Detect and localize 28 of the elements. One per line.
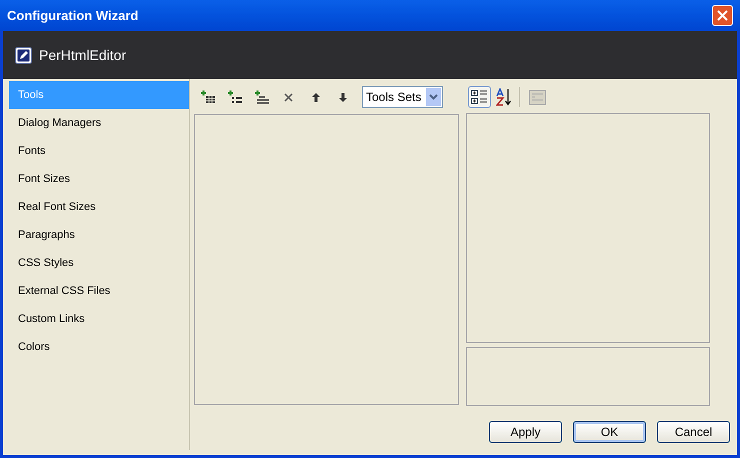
sidebar-item[interactable]: Font Sizes [9, 165, 189, 193]
sidebar-item[interactable]: Custom Links [9, 305, 189, 333]
dialog-button[interactable]: Apply [489, 421, 562, 443]
sidebar-item[interactable]: Paragraphs [9, 221, 189, 249]
sidebar-item[interactable]: CSS Styles [9, 249, 189, 277]
add-item-icon [254, 90, 270, 104]
sort-az-icon [496, 88, 512, 106]
dialog-button[interactable]: OK [573, 421, 646, 443]
add-item-icon [226, 90, 242, 104]
sidebar-item[interactable]: Colors [9, 333, 189, 361]
sidebar-item[interactable]: External CSS Files [9, 277, 189, 305]
window-title: Configuration Wizard [7, 6, 138, 25]
delete-icon [284, 92, 293, 102]
categorized-icon [471, 89, 488, 105]
property-pages-icon [529, 90, 546, 104]
categorized-button[interactable] [468, 86, 491, 108]
sidebar-item[interactable]: Fonts [9, 137, 189, 165]
close-icon [717, 10, 728, 21]
dialog-button[interactable]: Cancel [657, 421, 730, 443]
header-title: PerHtmlEditor [39, 46, 126, 64]
add-item-icon [200, 90, 216, 104]
sidebar-item[interactable]: Dialog Managers [9, 109, 189, 137]
sidebar-item[interactable]: Real Font Sizes [9, 193, 189, 221]
arrow-up-icon [312, 92, 320, 102]
arrow-down-icon [338, 92, 346, 102]
close-button[interactable] [712, 5, 733, 26]
pencil-icon [15, 46, 32, 64]
tool-set-dropdown[interactable]: Tools Sets [362, 86, 443, 108]
